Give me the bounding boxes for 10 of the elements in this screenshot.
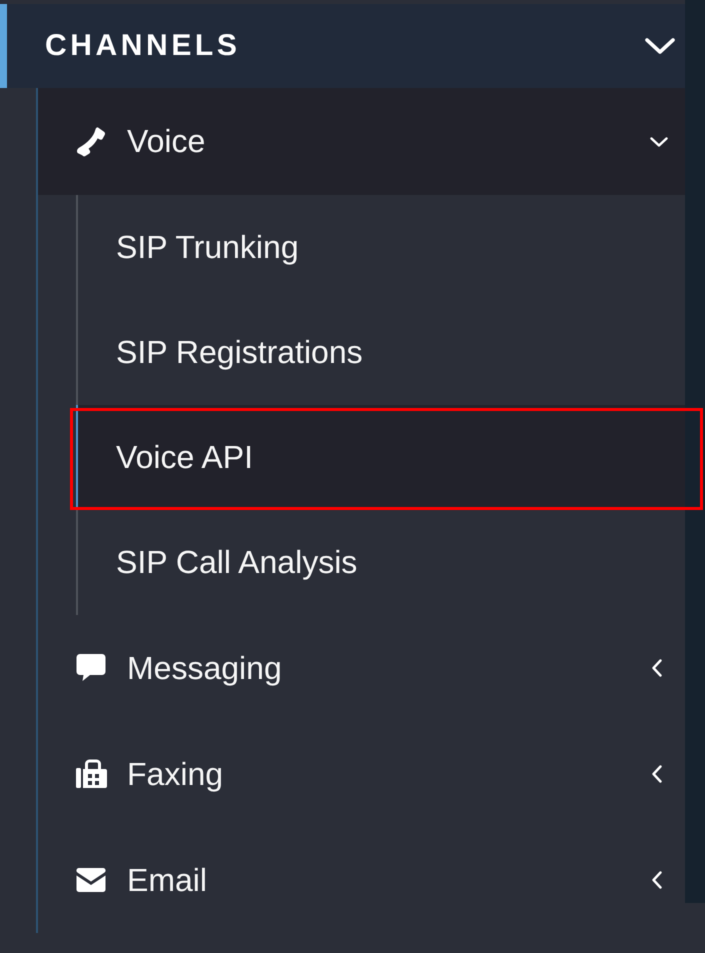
phone-icon <box>75 126 107 158</box>
section-header[interactable]: CHANNELS <box>0 4 685 88</box>
menu-item[interactable]: Messaging <box>38 615 685 721</box>
scrollbar[interactable] <box>685 0 705 903</box>
fax-icon <box>75 758 107 790</box>
submenu-item[interactable]: Voice API <box>76 405 685 510</box>
menu-item[interactable]: Faxing <box>38 721 685 827</box>
menu-item[interactable]: Email <box>38 827 685 933</box>
menu-item[interactable]: Voice <box>38 88 685 195</box>
speech-bubble-icon <box>75 652 107 684</box>
